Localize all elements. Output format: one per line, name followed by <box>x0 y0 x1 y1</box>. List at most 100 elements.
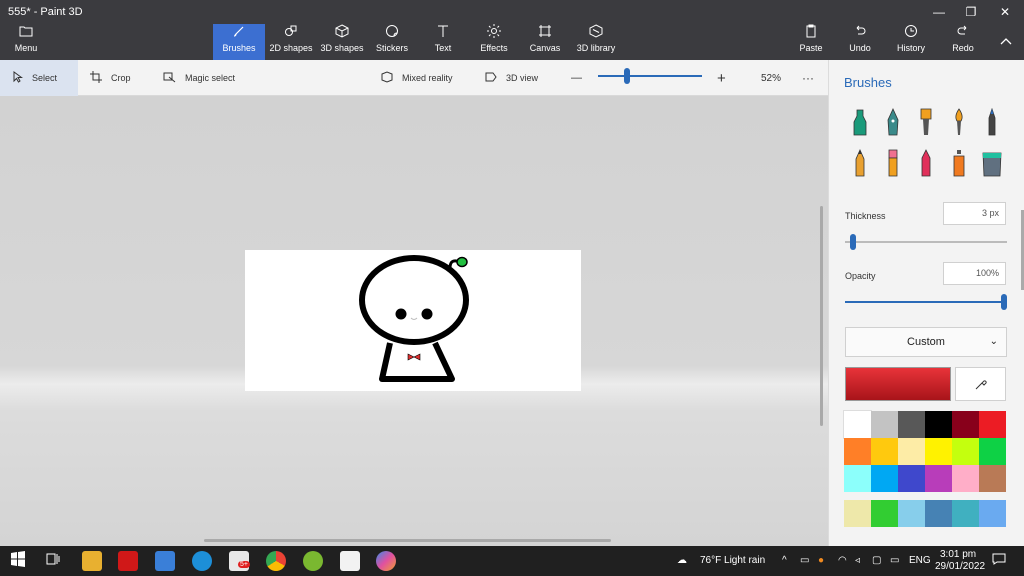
volume-icon[interactable]: ◃ <box>855 546 860 576</box>
weather-text[interactable]: 76°F Light rain <box>700 546 765 576</box>
thickness-slider-thumb[interactable] <box>849 234 856 250</box>
palette-color-16[interactable] <box>925 465 952 492</box>
paste-button[interactable]: Paste <box>796 24 826 60</box>
calligraphy-pen-brush[interactable] <box>882 107 904 137</box>
drawing-canvas[interactable] <box>245 250 581 391</box>
menu-button[interactable]: Menu <box>6 24 46 60</box>
display-icon[interactable]: ▭ <box>890 546 899 576</box>
brush-preset-dropdown[interactable]: Custom ⌄ <box>845 327 1007 357</box>
history-button[interactable]: History <box>895 24 927 60</box>
palette-color-24[interactable] <box>979 500 1006 527</box>
magic-select-tool[interactable]: Magic select <box>163 60 235 96</box>
network-icon[interactable]: ◠ <box>838 546 847 576</box>
palette-color-13[interactable] <box>844 465 871 492</box>
chevron-up-icon[interactable]: ^ <box>782 546 787 576</box>
eraser-brush[interactable] <box>882 148 904 178</box>
undo-button[interactable]: Undo <box>846 24 874 60</box>
palette-color-22[interactable] <box>925 500 952 527</box>
tab-3d-library[interactable]: 3D library <box>575 24 617 60</box>
watercolor-brush[interactable] <box>948 107 970 137</box>
palette-color-19[interactable] <box>844 500 871 527</box>
minimize-button[interactable]: — <box>924 2 954 22</box>
clock-date[interactable]: 29/01/2022 <box>935 552 985 576</box>
app-red-white-icon[interactable] <box>340 551 360 571</box>
zoom-slider-thumb[interactable] <box>624 68 631 84</box>
palette-color-3[interactable] <box>898 411 925 438</box>
jt-app-icon[interactable] <box>118 551 138 571</box>
spray-can-brush[interactable] <box>948 148 970 178</box>
tab-brushes[interactable]: Brushes <box>213 24 265 60</box>
palette-color-23[interactable] <box>952 500 979 527</box>
chevron-up-icon <box>996 32 1016 50</box>
more-options-button[interactable]: ··· <box>802 60 814 96</box>
crop-tool[interactable]: Crop <box>90 60 131 96</box>
zoom-slider-track[interactable] <box>598 75 702 77</box>
palette-color-2[interactable] <box>871 411 898 438</box>
marker-brush[interactable] <box>849 107 871 137</box>
palette-color-6[interactable] <box>979 411 1006 438</box>
fill-bucket-brush[interactable] <box>981 148 1003 178</box>
tab-effects[interactable]: Effects <box>476 24 512 60</box>
tab-canvas[interactable]: Canvas <box>526 24 564 60</box>
zoom-out-button[interactable]: — <box>571 60 582 96</box>
edge-icon[interactable] <box>192 551 212 571</box>
marker-icon <box>853 109 867 136</box>
opacity-slider-thumb[interactable] <box>1001 294 1007 310</box>
palette-color-9[interactable] <box>898 438 925 465</box>
pen-tray-icon[interactable]: ▢ <box>872 546 881 576</box>
app-badge-icon[interactable]: 5+ <box>229 551 250 571</box>
vertical-scrollbar[interactable] <box>820 206 823 426</box>
mixed-reality-tool[interactable]: Mixed reality <box>381 60 453 96</box>
notification-icon[interactable] <box>992 546 1006 576</box>
app-green-icon[interactable] <box>303 551 323 571</box>
palette-color-8[interactable] <box>871 438 898 465</box>
3d-view-tool[interactable]: 3D view <box>485 60 538 96</box>
tab-text[interactable]: Text <box>425 24 461 60</box>
app-icon[interactable] <box>155 551 175 571</box>
workspace[interactable] <box>0 96 828 546</box>
thickness-input[interactable]: 3 px <box>943 202 1006 225</box>
library-icon <box>575 24 617 42</box>
palette-color-1[interactable] <box>843 410 872 439</box>
tab-2d-shapes[interactable]: 2D shapes <box>268 24 314 60</box>
select-tool[interactable]: Select <box>0 60 78 96</box>
pixel-pen-brush[interactable] <box>981 107 1003 137</box>
tab-stickers[interactable]: Stickers <box>372 24 412 60</box>
palette-color-14[interactable] <box>871 465 898 492</box>
start-button[interactable] <box>10 551 30 571</box>
file-explorer-icon[interactable] <box>82 551 102 571</box>
opacity-input[interactable]: 100% <box>943 262 1006 285</box>
palette-color-17[interactable] <box>952 465 979 492</box>
chrome-icon[interactable] <box>266 551 286 571</box>
brushes-panel: Brushes Thickness 3 px Opacity 100% Cust… <box>828 60 1024 546</box>
battery-icon[interactable]: ▭ <box>800 546 809 576</box>
paint3d-taskbar-icon[interactable] <box>376 551 396 571</box>
palette-color-7[interactable] <box>844 438 871 465</box>
current-color-swatch[interactable] <box>845 367 951 401</box>
palette-color-12[interactable] <box>979 438 1006 465</box>
eyedropper-button[interactable] <box>955 367 1006 401</box>
zoom-in-button[interactable]: + <box>717 60 726 96</box>
palette-color-18[interactable] <box>979 465 1006 492</box>
redo-button[interactable]: Redo <box>949 24 977 60</box>
palette-color-15[interactable] <box>898 465 925 492</box>
palette-color-21[interactable] <box>898 500 925 527</box>
horizontal-scrollbar[interactable] <box>204 539 611 542</box>
oil-brush[interactable] <box>915 107 937 137</box>
palette-color-4[interactable] <box>925 411 952 438</box>
palette-color-10[interactable] <box>925 438 952 465</box>
crayon-brush[interactable] <box>915 148 937 178</box>
pencil-brush[interactable] <box>849 148 871 178</box>
palette-color-11[interactable] <box>952 438 979 465</box>
palette-color-20[interactable] <box>871 500 898 527</box>
task-view-button[interactable] <box>45 551 65 571</box>
tab-3d-shapes[interactable]: 3D shapes <box>318 24 366 60</box>
weather-icon[interactable]: ☁ <box>677 546 687 576</box>
thickness-slider-track[interactable] <box>845 241 1007 243</box>
close-button[interactable]: ✕ <box>990 2 1020 22</box>
maximize-button[interactable]: ❐ <box>956 2 986 22</box>
language-indicator[interactable]: ENG <box>909 546 931 576</box>
avast-icon[interactable]: ● <box>818 546 824 576</box>
zoom-value[interactable]: 52% <box>761 60 781 96</box>
palette-color-5[interactable] <box>952 411 979 438</box>
